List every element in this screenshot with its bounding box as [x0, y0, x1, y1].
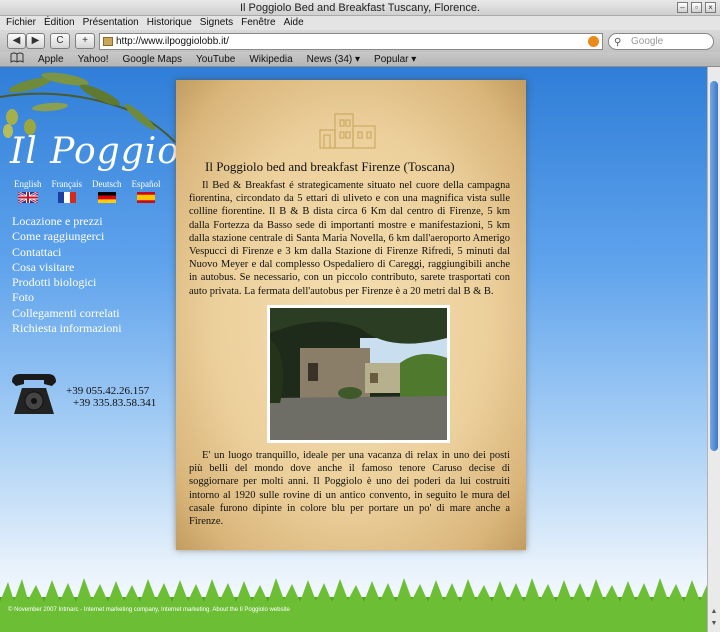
search-icon: ⚲: [614, 37, 622, 48]
search-field[interactable]: ⚲ Google: [608, 33, 714, 50]
language-selector: English Français Deutsch Español: [14, 179, 161, 203]
phone-number-mobile: +39 335.83.58.341: [73, 397, 157, 409]
forward-icon: ▶: [31, 35, 40, 46]
window-titlebar: Il Poggiolo Bed and Breakfast Tuscany, F…: [0, 0, 720, 16]
add-icon: +: [82, 35, 88, 46]
back-button[interactable]: ◀: [7, 33, 26, 49]
bookmark-popular[interactable]: Popular ▾: [374, 52, 416, 66]
nav-contattaci[interactable]: Contattaci: [12, 245, 122, 260]
language-label: Español: [131, 179, 161, 189]
scroll-up-arrow-icon[interactable]: ▲: [709, 607, 719, 617]
menu-aide[interactable]: Aide: [284, 16, 304, 30]
bookmark-news[interactable]: News (34) ▾: [307, 52, 360, 66]
menu-signets[interactable]: Signets: [200, 16, 233, 30]
nav-come-raggiungerci[interactable]: Come raggiungerci: [12, 229, 122, 244]
farmhouse-photo-image: [270, 308, 447, 440]
minimize-button[interactable]: –: [677, 2, 688, 13]
address-url: http://www.ilpoggiolobb.it/: [116, 36, 229, 47]
address-bar[interactable]: http://www.ilpoggiolobb.it/: [99, 33, 603, 50]
language-label: Français: [51, 179, 83, 189]
page-title: Il Poggiolo bed and breakfast Firenze (T…: [205, 159, 455, 174]
menu-edition[interactable]: Édition: [44, 16, 75, 30]
reload-button[interactable]: C: [50, 33, 70, 49]
language-french[interactable]: Français: [51, 179, 83, 203]
window-controls: – ▫ ×: [677, 2, 716, 13]
language-german[interactable]: Deutsch: [92, 179, 122, 203]
scroll-down-arrow-icon[interactable]: ▼: [709, 619, 719, 629]
window-title: Il Poggiolo Bed and Breakfast Tuscany, F…: [239, 2, 481, 14]
footer-text[interactable]: © November 2007 Intmarc - Internet marke…: [8, 607, 290, 613]
content-parchment: Il Poggiolo bed and breakfast Firenze (T…: [176, 80, 526, 550]
menu-bar: Fichier Édition Présentation Historique …: [0, 16, 720, 30]
vertical-scrollbar[interactable]: ▲ ▼: [707, 67, 720, 632]
close-button[interactable]: ×: [705, 2, 716, 13]
spain-flag-icon: [137, 192, 156, 203]
bookmark-apple[interactable]: Apple: [38, 52, 64, 66]
side-navigation: Locazione e prezzi Come raggiungerci Con…: [12, 214, 122, 336]
grass-decoration: [0, 578, 707, 632]
language-spanish[interactable]: Español: [132, 179, 161, 203]
reload-icon: C: [56, 35, 64, 46]
villa-illustration: [319, 113, 376, 149]
zoom-button[interactable]: ▫: [691, 2, 702, 13]
history-paragraph: E' un luogo tranquillo, ideale per una v…: [189, 450, 510, 528]
nav-foto[interactable]: Foto: [12, 290, 122, 305]
bookmark-google-maps[interactable]: Google Maps: [123, 52, 182, 66]
menu-fichier[interactable]: Fichier: [6, 16, 36, 30]
uk-flag-icon: [17, 192, 38, 203]
rss-icon[interactable]: [588, 36, 599, 47]
browser-toolbar: ◀ ▶ C + http://www.ilpoggiolobb.it/ ⚲ Go…: [0, 30, 720, 52]
search-placeholder: Google: [631, 36, 664, 47]
menu-presentation[interactable]: Présentation: [83, 16, 139, 30]
telephone-icon: [12, 374, 56, 414]
forward-button[interactable]: ▶: [26, 33, 45, 49]
menu-fenetre[interactable]: Fenêtre: [241, 16, 275, 30]
intro-paragraph: Il Bed & Breakfast é strategicamente sit…: [189, 180, 510, 297]
menu-historique[interactable]: Historique: [147, 16, 192, 30]
france-flag-icon: [57, 192, 76, 203]
nav-cosa-visitare[interactable]: Cosa visitare: [12, 260, 122, 275]
bookmarks-book-icon[interactable]: [10, 52, 24, 66]
site-favicon-icon: [103, 37, 113, 46]
nav-locazione-prezzi[interactable]: Locazione e prezzi: [12, 214, 122, 229]
scrollbar-thumb[interactable]: [710, 81, 718, 451]
nav-collegamenti-correlati[interactable]: Collegamenti correlati: [12, 306, 122, 321]
bookmark-youtube[interactable]: YouTube: [196, 52, 235, 66]
back-icon: ◀: [12, 35, 21, 46]
nav-richiesta-informazioni[interactable]: Richiesta informazioni: [12, 321, 122, 336]
language-english[interactable]: English: [14, 179, 42, 203]
language-label: English: [14, 179, 42, 189]
bookmark-yahoo[interactable]: Yahoo!: [78, 52, 109, 66]
germany-flag-icon: [97, 192, 116, 203]
language-label: Deutsch: [92, 179, 122, 189]
page-viewport: Il Poggiolo English Français Deutsch Esp…: [0, 67, 707, 632]
bookmarks-bar: Apple Yahoo! Google Maps YouTube Wikiped…: [0, 52, 720, 67]
bookmark-wikipedia[interactable]: Wikipedia: [249, 52, 292, 66]
phone-number-landline: +39 055.42.26.157: [66, 385, 150, 397]
nav-prodotti-biologici[interactable]: Prodotti biologici: [12, 275, 122, 290]
farmhouse-photo[interactable]: [267, 305, 450, 443]
add-bookmark-button[interactable]: +: [75, 33, 95, 49]
